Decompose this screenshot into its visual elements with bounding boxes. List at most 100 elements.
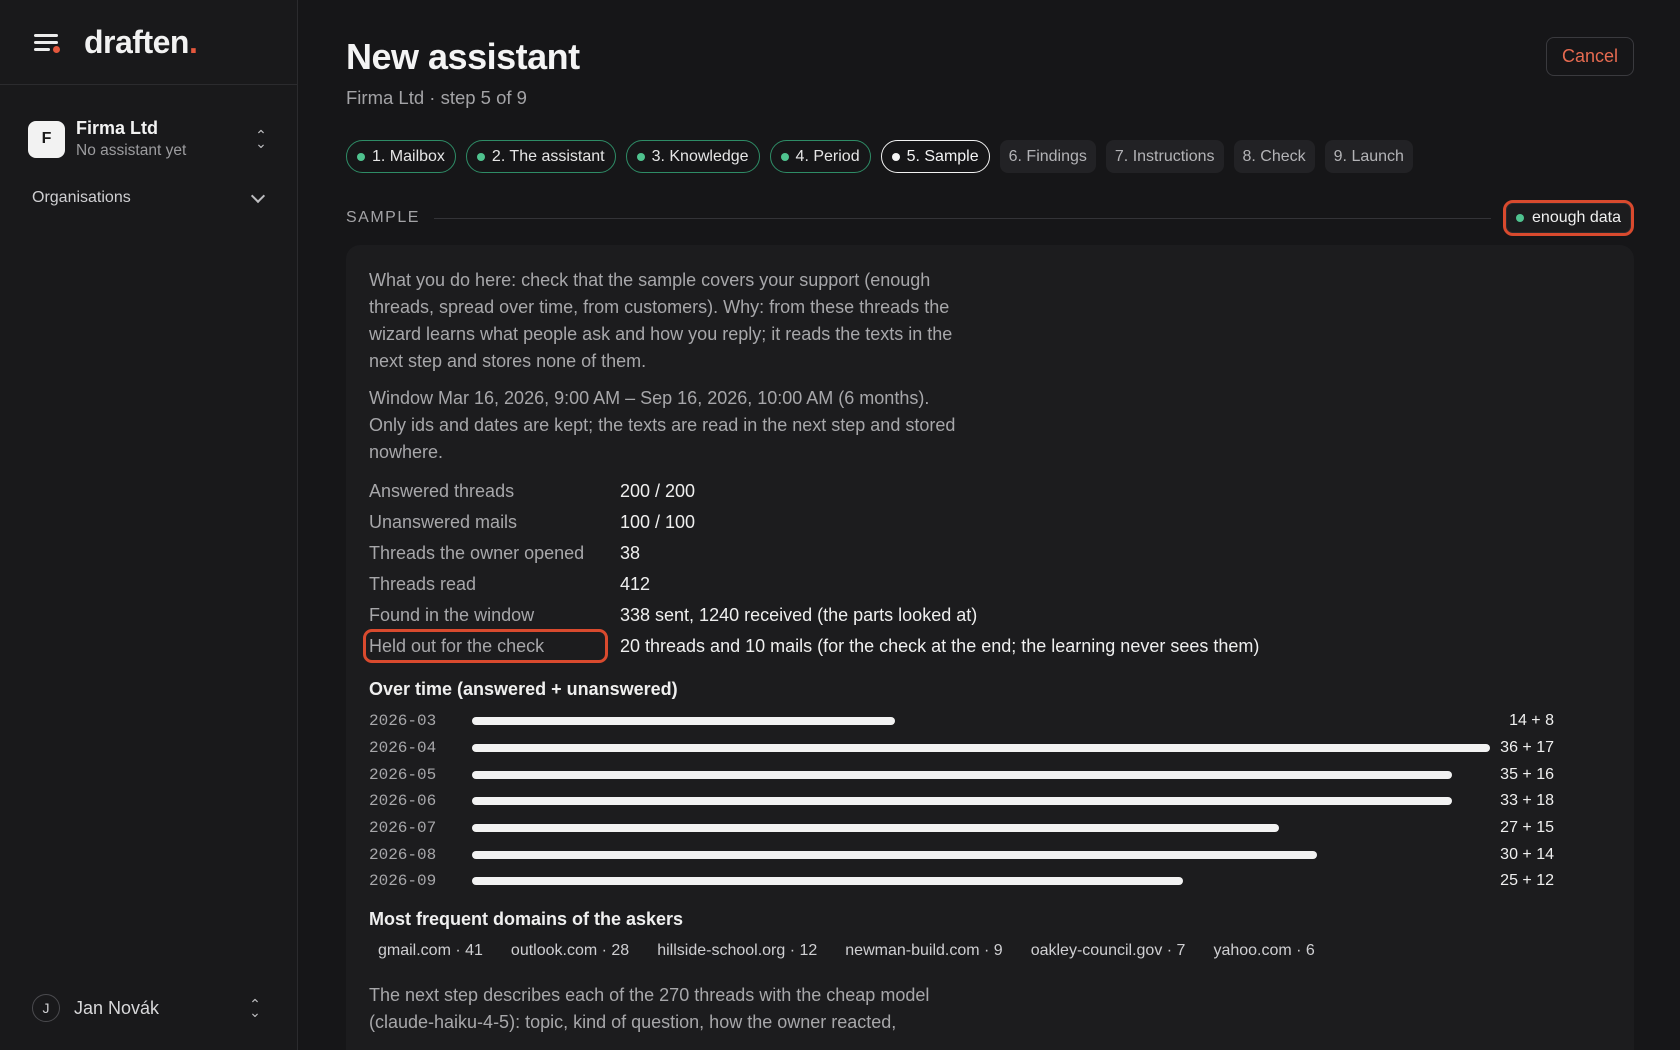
step-6[interactable]: 6. Findings: [999, 140, 1096, 173]
bar-track: [472, 850, 1494, 859]
stat-value: 100 / 100: [620, 512, 696, 532]
domains-list: gmail.com · 41 outlook.com · 28 hillside-s…: [369, 942, 1611, 960]
bar-row: 2026-03 14 + 8: [369, 708, 1611, 735]
bar-count-label: 30 + 14: [1500, 845, 1554, 863]
bar-track: [472, 824, 1494, 833]
bar-track: [472, 797, 1494, 806]
bar-track: [472, 770, 1494, 779]
domain-item: gmail.com · 41: [378, 941, 483, 959]
step-4[interactable]: 4. Period: [769, 140, 871, 173]
step-8[interactable]: 8. Check: [1233, 140, 1315, 173]
menu-icon[interactable]: [32, 30, 60, 54]
stats-list: Answered threads 200 / 200 Unanswered mail…: [363, 480, 1611, 663]
step-9[interactable]: 9. Launch: [1324, 140, 1413, 173]
step-status-dot-icon: [357, 152, 365, 161]
bar-month-label: 2026-03: [369, 712, 437, 731]
organisations-toggle[interactable]: Organisations: [32, 188, 266, 207]
bar: [472, 717, 895, 726]
step-label: 4. Period: [795, 147, 860, 165]
stat-label: Threads read: [369, 574, 477, 594]
bar: [472, 877, 1183, 886]
bar-month-label: 2026-07: [369, 819, 437, 838]
org-subtitle: No assistant yet: [76, 142, 187, 159]
domain-item: hillside-school.org · 12: [657, 941, 818, 959]
bar: [472, 744, 1490, 753]
stat-value: 38: [620, 543, 641, 563]
step-label: 9. Launch: [1333, 147, 1404, 165]
domains-title: Most frequent domains of the askers: [369, 908, 684, 929]
stat-label: Answered threads: [369, 481, 515, 501]
status-badge-label: enough data: [1532, 209, 1621, 226]
bar-track: [472, 717, 1494, 726]
chevron-up-down-icon: ⌃ ⌄: [249, 996, 261, 1020]
bar-row: 2026-07 27 + 15: [369, 815, 1611, 842]
status-badge: enough data: [1503, 200, 1634, 236]
step-label: 6. Findings: [1008, 147, 1087, 165]
logo[interactable]: draften.: [84, 24, 198, 61]
bar-month-label: 2026-05: [369, 765, 437, 784]
user-menu[interactable]: J Jan Novák ⌃ ⌄: [32, 994, 263, 1022]
cancel-button[interactable]: Cancel: [1546, 37, 1634, 76]
bar-month-label: 2026-08: [369, 845, 437, 864]
sample-card: What you do here: check that the sample …: [346, 245, 1634, 1050]
chevron-up-down-icon: ⌃ ⌄: [255, 127, 267, 151]
stat-value: 412: [620, 574, 651, 594]
org-switcher[interactable]: F Firma Ltd No assistant yet ⌃ ⌄: [28, 117, 269, 161]
stat-label: Threads the owner opened: [369, 543, 585, 563]
org-name: Firma Ltd: [76, 118, 159, 138]
bar: [472, 850, 1318, 859]
bar-count-label: 35 + 16: [1500, 765, 1554, 783]
over-time-title: Over time (answered + unanswered): [369, 679, 678, 699]
step-label: 2. The assistant: [491, 147, 605, 165]
stat-label: Unanswered mails: [369, 512, 518, 532]
next-step-text: The next step describes each of the 270 …: [369, 984, 930, 1032]
over-time-chart: 2026-03 14 + 8 2026-04 36 + 17 2026-05 35 + 1…: [369, 708, 1611, 895]
bar-count-label: 14 + 8: [1509, 712, 1554, 730]
bar-row: 2026-08 30 + 14: [369, 841, 1611, 868]
bar: [472, 770, 1452, 779]
domain-item: outlook.com · 28: [510, 941, 630, 959]
intro-text: What you do here: check that the sample …: [369, 270, 953, 371]
page-subtitle: Firma Ltd · step 5 of 9: [346, 87, 527, 108]
bar-month-label: 2026-09: [369, 872, 437, 891]
org-avatar: F: [28, 120, 65, 158]
step-label: 1. Mailbox: [372, 147, 445, 165]
sidebar: draften. F Firma Ltd No assistant yet ⌃ ⌄…: [0, 0, 298, 1050]
bar-count-label: 33 + 18: [1500, 792, 1554, 810]
divider: [433, 217, 1492, 219]
bar-month-label: 2026-06: [369, 792, 437, 811]
bar: [472, 824, 1279, 833]
step-label: 5. Sample: [906, 147, 979, 165]
status-dot-icon: [1516, 214, 1525, 222]
step-status-dot-icon: [476, 152, 485, 161]
step-5[interactable]: 5. Sample: [880, 140, 990, 173]
wizard-steps: 1. Mailbox 2. The assistant 3. Knowledge 4.…: [346, 140, 1413, 173]
section-label: SAMPLE: [346, 209, 420, 226]
stat-value: 338 sent, 1240 received (the parts looke…: [620, 605, 978, 625]
bar-month-label: 2026-04: [369, 739, 437, 758]
section-header: SAMPLE enough data: [346, 200, 1634, 236]
bar-row: 2026-09 25 + 12: [369, 868, 1611, 895]
stat-label: Found in the window: [369, 605, 535, 625]
step-2[interactable]: 2. The assistant: [465, 140, 616, 173]
domain-item: yahoo.com · 6: [1213, 941, 1315, 959]
window-text: Window Mar 16, 2026, 9:00 AM – Sep 16, 2…: [369, 388, 956, 462]
chevron-down-icon: [250, 188, 266, 203]
bar-row: 2026-04 36 + 17: [369, 735, 1611, 762]
stat-value: 20 threads and 10 mails (for the check a…: [620, 636, 1260, 656]
domain-item: oakley-council.gov · 7: [1030, 941, 1186, 959]
user-avatar: J: [32, 994, 60, 1022]
stat-label: Held out for the check: [363, 629, 608, 663]
bar-count-label: 36 + 17: [1500, 739, 1554, 757]
step-label: 3. Knowledge: [651, 147, 749, 165]
step-status-dot-icon: [780, 152, 789, 161]
stat-value: 200 / 200: [620, 481, 696, 501]
bar-count-label: 25 + 12: [1500, 872, 1554, 890]
step-1[interactable]: 1. Mailbox: [346, 140, 456, 173]
step-label: 7. Instructions: [1114, 147, 1215, 165]
bar-track: [472, 744, 1494, 753]
bar-row: 2026-06 33 + 18: [369, 788, 1611, 815]
step-7[interactable]: 7. Instructions: [1105, 140, 1224, 173]
bar: [472, 797, 1452, 806]
step-3[interactable]: 3. Knowledge: [625, 140, 760, 173]
